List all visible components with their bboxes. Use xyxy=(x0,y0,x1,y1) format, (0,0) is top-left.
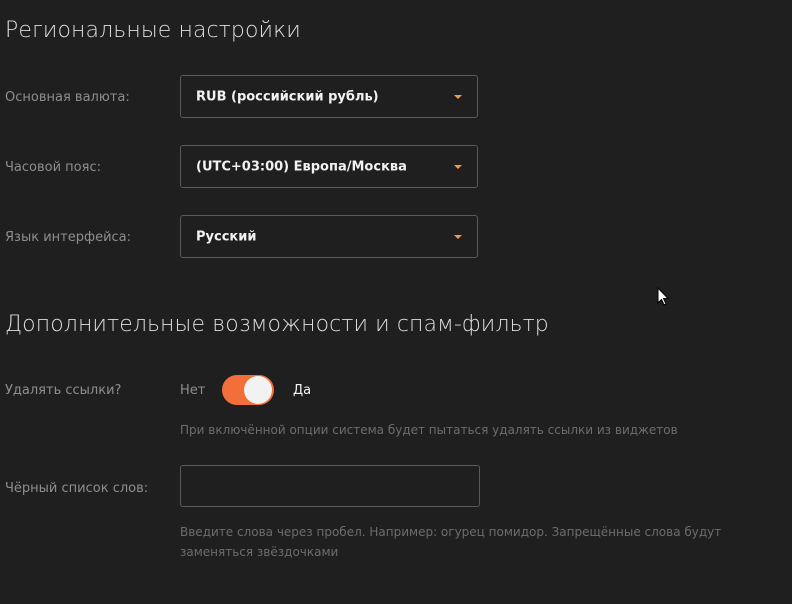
regional-settings-page: Региональные настройки Основная валюта: … xyxy=(0,0,792,604)
regional-settings-heading: Региональные настройки xyxy=(5,18,301,43)
currency-select-value: RUB (российский рубль) xyxy=(196,89,379,104)
blacklist-hint: Введите слова через пробел. Например: ог… xyxy=(180,525,722,559)
toggle-knob xyxy=(244,376,272,404)
currency-select[interactable]: RUB (российский рубль) xyxy=(180,75,478,118)
blacklist-input[interactable] xyxy=(180,465,480,507)
mouse-cursor-icon xyxy=(657,287,669,306)
timezone-select[interactable]: (UTC+03:00) Европа/Москва xyxy=(180,145,478,188)
timezone-label: Часовой пояс: xyxy=(5,160,101,175)
remove-links-toggle[interactable] xyxy=(222,375,274,405)
language-select[interactable]: Русский xyxy=(180,215,478,258)
timezone-select-value: (UTC+03:00) Европа/Москва xyxy=(196,159,407,174)
currency-label: Основная валюта: xyxy=(5,90,130,105)
toggle-off-label: Нет xyxy=(180,383,206,398)
blacklist-label: Чёрный список слов: xyxy=(5,481,149,496)
language-select-value: Русский xyxy=(196,229,257,244)
spam-filter-heading: Дополнительные возможности и спам-фильтр xyxy=(5,312,549,337)
language-label: Язык интерфейса: xyxy=(5,230,132,245)
remove-links-label: Удалять ссылки? xyxy=(5,383,122,398)
chevron-down-icon xyxy=(454,235,462,239)
chevron-down-icon xyxy=(454,95,462,99)
chevron-down-icon xyxy=(454,165,462,169)
remove-links-hint: При включённой опции система будет пытат… xyxy=(180,423,678,437)
toggle-on-label: Да xyxy=(293,383,312,398)
